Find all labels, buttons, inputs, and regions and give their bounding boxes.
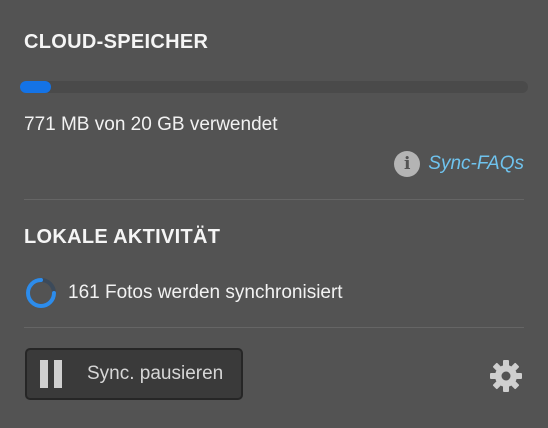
storage-progress-fill xyxy=(20,81,51,93)
pause-sync-label: Sync. pausieren xyxy=(87,363,224,384)
sync-spinner-icon xyxy=(26,278,56,308)
section-divider xyxy=(24,199,524,200)
section-divider xyxy=(24,327,524,328)
gear-icon[interactable] xyxy=(488,358,524,394)
sync-faq-row[interactable]: i Sync-FAQs xyxy=(394,151,524,177)
storage-progress-bar xyxy=(20,81,528,93)
pause-icon xyxy=(40,360,62,388)
local-activity-title: LOKALE AKTIVITÄT xyxy=(24,226,221,248)
info-icon[interactable]: i xyxy=(394,151,421,177)
sync-status-text: 161 Fotos werden synchronisiert xyxy=(68,282,343,303)
sync-faq-link[interactable]: Sync-FAQs xyxy=(428,153,524,175)
storage-usage-text: 771 MB von 20 GB verwendet xyxy=(24,114,278,135)
pause-sync-button[interactable]: Sync. pausieren xyxy=(25,348,243,400)
cloud-storage-title: CLOUD-SPEICHER xyxy=(24,31,209,53)
sync-panel: CLOUD-SPEICHER 771 MB von 20 GB verwende… xyxy=(0,0,548,428)
sync-status-row: 161 Fotos werden synchronisiert xyxy=(24,276,343,310)
